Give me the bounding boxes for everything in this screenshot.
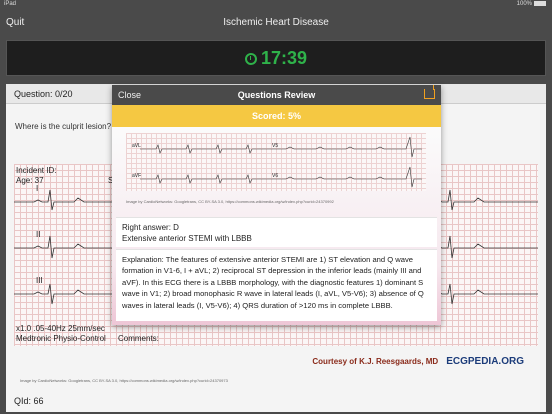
incident-id-label: Incident ID:: [16, 166, 57, 175]
battery-percent: 100%: [516, 1, 532, 8]
battery-icon: [534, 1, 546, 6]
ecg-image-credit: Image by CardioNetworks: Googletrans, CC…: [20, 378, 228, 383]
right-answer: Right answer: D: [122, 223, 179, 232]
modal-title: Questions Review: [237, 90, 316, 100]
status-bar: iPad 100%: [0, 0, 552, 10]
explanation-card: Explanation: The features of extensive a…: [116, 249, 437, 321]
timer-bar: 17:39: [6, 40, 546, 76]
question-counter: Question: 0/20: [14, 89, 73, 99]
explanation-text: Explanation: The features of extensive a…: [122, 255, 424, 310]
review-trace-top: [140, 136, 422, 158]
timer-value: 17:39: [260, 48, 308, 68]
score-bar: Scored: 5%: [112, 105, 441, 127]
stopwatch-icon: [244, 53, 257, 65]
ecgpedia-logo: ECGPEDIA.ORG: [446, 356, 524, 367]
ecg-courtesy: Courtesy of K.J. Reesgaards, MD ECGPEDIA.…: [312, 356, 524, 367]
battery-status: 100%: [517, 1, 546, 7]
timer: 17:39: [7, 48, 545, 69]
device-label: Medtronic Physio-Control: [16, 334, 106, 343]
review-image-credit: Image by CardioNetworks: Googletrans, CC…: [126, 199, 334, 204]
page-title: Ischemic Heart Disease: [223, 17, 329, 28]
modal-header: Close Questions Review: [112, 85, 441, 105]
score-label: Scored: 5%: [251, 111, 302, 121]
carrier-label: iPad: [4, 1, 17, 7]
question-text: Where is the culprit lesion?: [15, 122, 112, 131]
filter-info: x1.0 .05-40Hz 25mm/sec: [16, 324, 105, 333]
courtesy-name: Courtesy of K.J. Reesgaards, MD: [312, 357, 439, 366]
answer-card: Right answer: D Extensive anterior STEMI…: [116, 217, 437, 247]
modal-body[interactable]: aVL V5 aVF V6 Image by CardioNetworks: G…: [112, 127, 441, 325]
share-icon[interactable]: [424, 89, 435, 99]
question-id: QId: 66: [14, 396, 44, 406]
review-ecg-image: aVL V5 aVF V6: [126, 133, 426, 191]
ecg-credit-area: Courtesy of K.J. Reesgaards, MD ECGPEDIA.…: [14, 346, 538, 412]
nav-bar: Quit Ischemic Heart Disease: [0, 10, 552, 36]
review-ecg-traces: [140, 136, 422, 188]
review-trace-bottom: [140, 166, 422, 188]
questions-review-modal: Close Questions Review Scored: 5% aVL V5…: [112, 85, 441, 325]
answer-text: Extensive anterior STEMI with LBBB: [122, 234, 252, 243]
comments-label: Comments:: [118, 334, 159, 343]
